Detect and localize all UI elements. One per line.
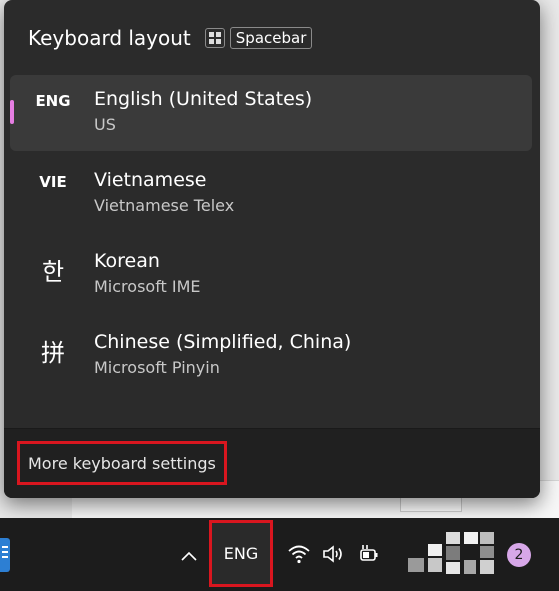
language-name: Korean: [94, 250, 160, 272]
input-indicator-button[interactable]: ENG: [209, 520, 273, 587]
volume-icon[interactable]: [321, 542, 345, 566]
language-item-english[interactable]: ENG English (United States) US: [10, 75, 532, 151]
language-name: Chinese (Simplified, China): [94, 331, 352, 353]
notification-badge[interactable]: 2: [507, 543, 531, 567]
flyout-footer: More keyboard settings: [4, 428, 540, 498]
keyboard-layout-name: Microsoft IME: [94, 277, 201, 296]
keyboard-layout-name: Microsoft Pinyin: [94, 358, 220, 377]
language-item-vietnamese[interactable]: VIE Vietnamese Vietnamese Telex: [10, 156, 532, 237]
notepad-app-icon[interactable]: [0, 538, 10, 572]
keyboard-layout-flyout: Keyboard layout Spacebar ENG English (Un…: [4, 0, 540, 498]
windows-key-badge: [204, 28, 225, 48]
language-code: ENG: [35, 92, 71, 110]
more-keyboard-settings-link[interactable]: More keyboard settings: [17, 441, 227, 485]
windows-logo-icon: [208, 32, 221, 44]
language-name: English (United States): [94, 88, 313, 110]
keyboard-layout-name: Vietnamese Telex: [94, 196, 235, 215]
language-code: VIE: [39, 173, 67, 191]
language-item-chinese[interactable]: 拼 Chinese (Simplified, China) Microsoft …: [10, 318, 532, 399]
language-name: Vietnamese: [94, 169, 207, 191]
language-list: ENG English (United States) US VIE Vietn…: [10, 75, 532, 399]
spacebar-key-badge: Spacebar: [229, 27, 313, 49]
language-code: 拼: [41, 339, 65, 367]
language-item-korean[interactable]: 한 Korean Microsoft IME: [10, 237, 532, 318]
language-code: 한: [41, 258, 65, 286]
battery-charging-icon[interactable]: [357, 542, 381, 566]
wifi-icon[interactable]: [287, 542, 311, 566]
taskbar: ENG 2: [0, 518, 559, 591]
keyboard-layout-name: US: [94, 115, 116, 134]
chevron-up-icon[interactable]: [178, 545, 200, 567]
selected-indicator: [10, 100, 14, 124]
flyout-title: Keyboard layout: [28, 26, 191, 50]
flyout-header: Keyboard layout Spacebar: [28, 24, 313, 52]
